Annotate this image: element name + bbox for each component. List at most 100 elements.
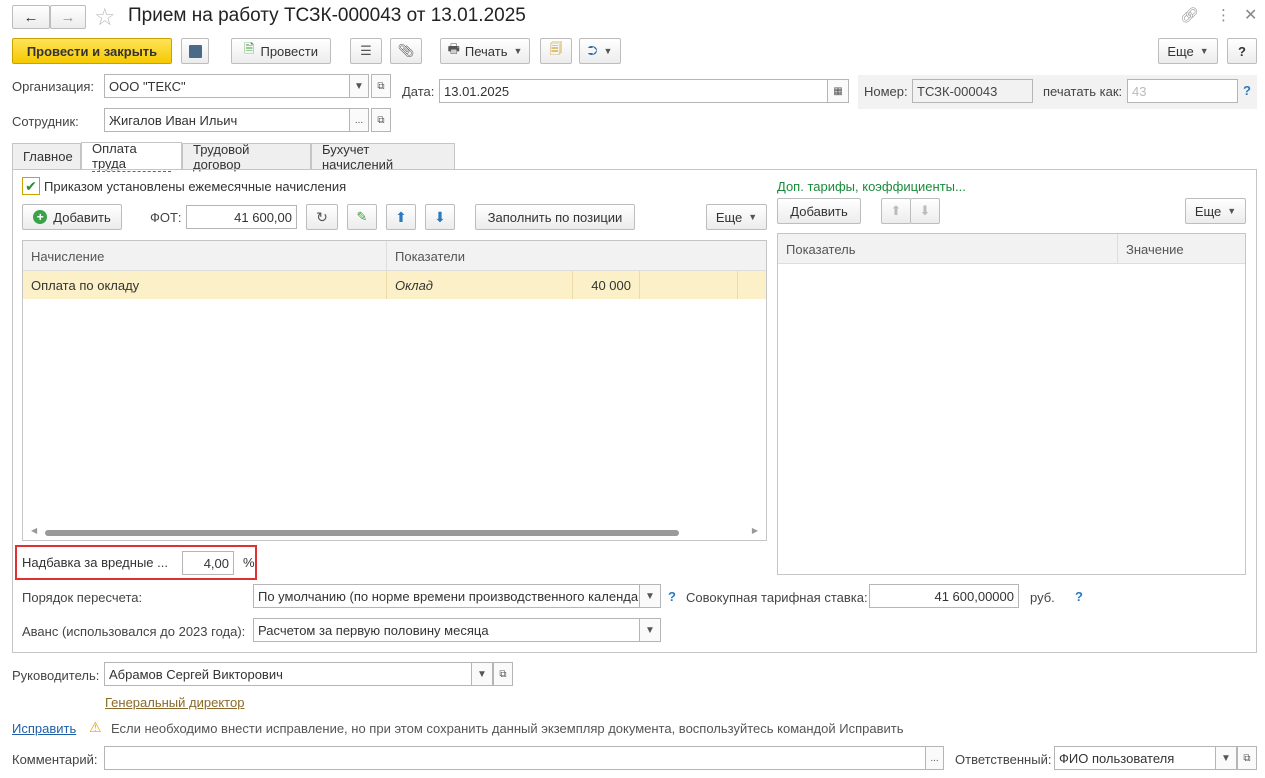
tab-accounting[interactable]: Бухучет начислений: [311, 142, 455, 172]
advance-dropdown-button[interactable]: ▼: [639, 618, 661, 642]
print-button[interactable]: 🖶︎ Печать ▼: [440, 38, 530, 64]
comment-field[interactable]: [104, 746, 926, 770]
add-accrual-label: Добавить: [53, 209, 111, 225]
recalc-order-dropdown-button[interactable]: ▼: [639, 584, 661, 608]
help-label: ?: [1238, 43, 1246, 59]
recalc-help-icon[interactable]: ?: [668, 589, 676, 604]
organization-dropdown-button[interactable]: ▼: [349, 74, 369, 98]
add-accrual-button[interactable]: + Добавить: [22, 204, 122, 230]
number-field[interactable]: ТСЗК-000043: [912, 79, 1033, 103]
indicators-more-label: Еще: [1194, 203, 1222, 219]
horizontal-scrollbar[interactable]: ◀ ▶: [31, 526, 758, 538]
accrual-cell[interactable]: Оплата по окладу: [23, 271, 387, 299]
tab-main[interactable]: Главное: [12, 143, 81, 169]
column-header-value[interactable]: Значение: [1118, 234, 1245, 264]
window-title: Прием на работу ТСЗК-000043 от 13.01.202…: [128, 5, 526, 26]
checkmark-icon: ✔: [25, 177, 37, 194]
chevron-down-icon: ▼: [645, 624, 655, 636]
report-button[interactable]: 🗐︎: [540, 38, 572, 64]
manager-open-button[interactable]: ⧉: [493, 662, 513, 686]
employee-select-button[interactable]: ...: [349, 108, 369, 132]
column-header-accrual[interactable]: Начисление: [23, 241, 387, 271]
manager-label: Руководитель:: [12, 668, 100, 683]
calendar-button[interactable]: ▦: [827, 79, 849, 103]
indicators-more-button[interactable]: Еще ▼: [1185, 198, 1246, 224]
scroll-right-icon: ▶: [751, 526, 758, 535]
print-as-field[interactable]: 43: [1127, 79, 1238, 103]
date-field[interactable]: 13.01.2025: [439, 79, 828, 103]
advance-field[interactable]: Расчетом за первую половину месяца: [253, 618, 640, 642]
total-rate-help-icon[interactable]: ?: [1075, 589, 1083, 604]
move-down-button[interactable]: ⬇︎: [425, 204, 455, 230]
accruals-more-button[interactable]: Еще ▼: [706, 204, 767, 230]
organization-open-button[interactable]: ⧉: [371, 74, 391, 98]
pencil-icon: ✎: [356, 209, 368, 224]
total-rate-label: Совокупная тарифная ставка:: [686, 590, 868, 605]
attach-button[interactable]: 📎︎: [390, 38, 422, 64]
save-icon: [188, 44, 202, 58]
monthly-accruals-checkbox[interactable]: ✔: [22, 177, 40, 195]
document-journal-button[interactable]: ☰: [350, 38, 382, 64]
column-header-indicator[interactable]: Показатель: [778, 234, 1118, 264]
organization-field[interactable]: ООО "ТЕКС": [104, 74, 350, 98]
comment-edit-button[interactable]: ...: [925, 746, 944, 770]
refresh-button[interactable]: ↻: [306, 204, 338, 230]
more-button[interactable]: Еще ▼: [1158, 38, 1218, 64]
forward-button[interactable]: →: [50, 5, 86, 29]
close-icon[interactable]: ✕: [1244, 5, 1257, 25]
help-button[interactable]: ?: [1227, 38, 1257, 64]
extra-tariffs-link[interactable]: Доп. тарифы, коэффициенты...: [777, 179, 966, 194]
harmful-allowance-value: 4,00: [203, 555, 229, 571]
employee-open-button[interactable]: ⧉: [371, 108, 391, 132]
post-icon: 🗎︎: [244, 41, 255, 56]
fix-link[interactable]: Исправить: [12, 721, 76, 736]
fot-field[interactable]: 41 600,00: [186, 205, 297, 229]
responsible-open-button[interactable]: ⧉: [1237, 746, 1257, 770]
chevron-down-icon: ▼: [354, 80, 364, 92]
chevron-down-icon: ▼: [513, 46, 523, 56]
manager-position-link[interactable]: Генеральный директор: [105, 695, 244, 710]
save-button[interactable]: [181, 38, 209, 64]
chevron-down-icon: ▼: [1199, 46, 1209, 56]
tab-main-label: Главное: [23, 149, 73, 164]
back-button[interactable]: ←: [12, 5, 50, 29]
total-rate-field[interactable]: 41 600,00000: [869, 584, 1019, 608]
manager-field[interactable]: Абрамов Сергей Викторович: [104, 662, 472, 686]
printer-icon: 🖶︎: [447, 41, 460, 56]
column-header-indicators[interactable]: Показатели: [387, 241, 766, 271]
indicator-move-up-button[interactable]: ⬆︎: [881, 198, 911, 224]
tab-payment[interactable]: Оплата труда: [81, 141, 182, 172]
menu-dots-icon[interactable]: ⋮: [1216, 6, 1231, 24]
responsible-value: ФИО пользователя: [1059, 750, 1175, 766]
recalc-order-field[interactable]: По умолчанию (по норме времени производс…: [253, 584, 640, 608]
link-icon[interactable]: 🔗︎: [1180, 6, 1199, 24]
post-and-close-button[interactable]: Провести и закрыть: [12, 38, 172, 64]
recalc-order-label: Порядок пересчета:: [22, 590, 143, 605]
edit-button[interactable]: ✎: [347, 204, 377, 230]
add-indicator-button[interactable]: Добавить: [777, 198, 861, 224]
fix-hint-text: Если необходимо внести исправление, но п…: [111, 721, 904, 736]
table-row[interactable]: Оплата по окладу Оклад 40 000: [23, 271, 766, 299]
tab-labor-contract[interactable]: Трудовой договор: [182, 142, 311, 172]
empty-cell: [640, 271, 738, 299]
organization-value: ООО "ТЕКС": [109, 78, 186, 94]
responsible-dropdown-button[interactable]: ▼: [1215, 746, 1237, 770]
responsible-label: Ответственный:: [955, 752, 1052, 767]
print-as-help-icon[interactable]: ?: [1243, 83, 1251, 98]
scrollbar-thumb[interactable]: [45, 530, 679, 536]
indicator-value-cell[interactable]: 40 000: [573, 271, 640, 299]
chevron-down-icon: ▼: [748, 212, 758, 222]
harmful-allowance-field[interactable]: 4,00: [182, 551, 234, 575]
fill-by-position-button[interactable]: Заполнить по позиции: [475, 204, 635, 230]
indicator-cell[interactable]: Оклад: [387, 271, 573, 299]
employee-field[interactable]: Жигалов Иван Ильич: [104, 108, 350, 132]
favorite-star-icon[interactable]: ☆: [94, 3, 116, 32]
post-and-close-label: Провести и закрыть: [26, 43, 158, 59]
responsible-field[interactable]: ФИО пользователя: [1054, 746, 1216, 770]
indicator-move-down-button[interactable]: ⬇︎: [910, 198, 940, 224]
create-based-on-button[interactable]: ⮊︎ ▼: [579, 38, 621, 64]
post-button[interactable]: 🗎︎ Провести: [231, 38, 331, 64]
move-up-button[interactable]: ⬆︎: [386, 204, 416, 230]
manager-dropdown-button[interactable]: ▼: [471, 662, 493, 686]
number-value: ТСЗК-000043: [917, 83, 998, 99]
